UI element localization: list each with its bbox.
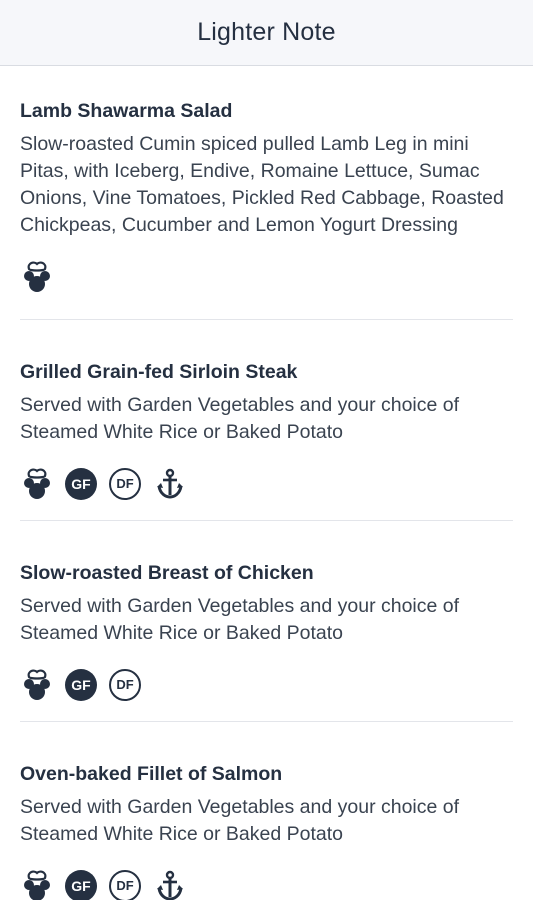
menu-list: Lamb Shawarma Salad Slow-roasted Cumin s…: [0, 66, 533, 900]
menu-item-description: Served with Garden Vegetables and your c…: [20, 595, 460, 644]
dietary-icons: GF DF: [20, 467, 513, 500]
menu-item[interactable]: Oven-baked Fillet of Salmon Served with …: [20, 722, 513, 900]
gluten-free-badge: GF: [65, 668, 97, 701]
menu-item-name: Slow-roasted Breast of Chicken: [20, 562, 314, 584]
chef-mickey-icon: [20, 467, 53, 500]
gluten-free-badge: GF: [65, 869, 97, 900]
chef-mickey-icon: [20, 869, 53, 900]
chef-mickey-icon: [20, 668, 53, 701]
dietary-icons: GF DF: [20, 668, 513, 701]
menu-item-name: Grilled Grain-fed Sirloin Steak: [20, 361, 298, 383]
menu-item-description: Served with Garden Vegetables and your c…: [20, 796, 460, 845]
dietary-icons: GF DF: [20, 869, 513, 900]
dairy-free-badge: DF: [109, 668, 141, 701]
menu-item[interactable]: Lamb Shawarma Salad Slow-roasted Cumin s…: [20, 66, 513, 320]
chef-mickey-icon: [20, 260, 53, 293]
anchor-icon: [153, 467, 186, 500]
page-header: Lighter Note: [0, 0, 533, 66]
menu-item[interactable]: Slow-roasted Breast of Chicken Served wi…: [20, 521, 513, 722]
menu-item-name: Lamb Shawarma Salad: [20, 100, 233, 122]
menu-item-description: Served with Garden Vegetables and your c…: [20, 394, 460, 443]
menu-item[interactable]: Grilled Grain-fed Sirloin Steak Served w…: [20, 320, 513, 521]
dairy-free-badge: DF: [109, 869, 141, 900]
dairy-free-badge: DF: [109, 467, 141, 500]
page-title: Lighter Note: [197, 18, 336, 46]
dietary-icons: [20, 260, 513, 293]
gluten-free-badge: GF: [65, 467, 97, 500]
anchor-icon: [153, 869, 186, 900]
menu-item-name: Oven-baked Fillet of Salmon: [20, 763, 283, 785]
menu-item-description: Slow-roasted Cumin spiced pulled Lamb Le…: [20, 133, 504, 236]
